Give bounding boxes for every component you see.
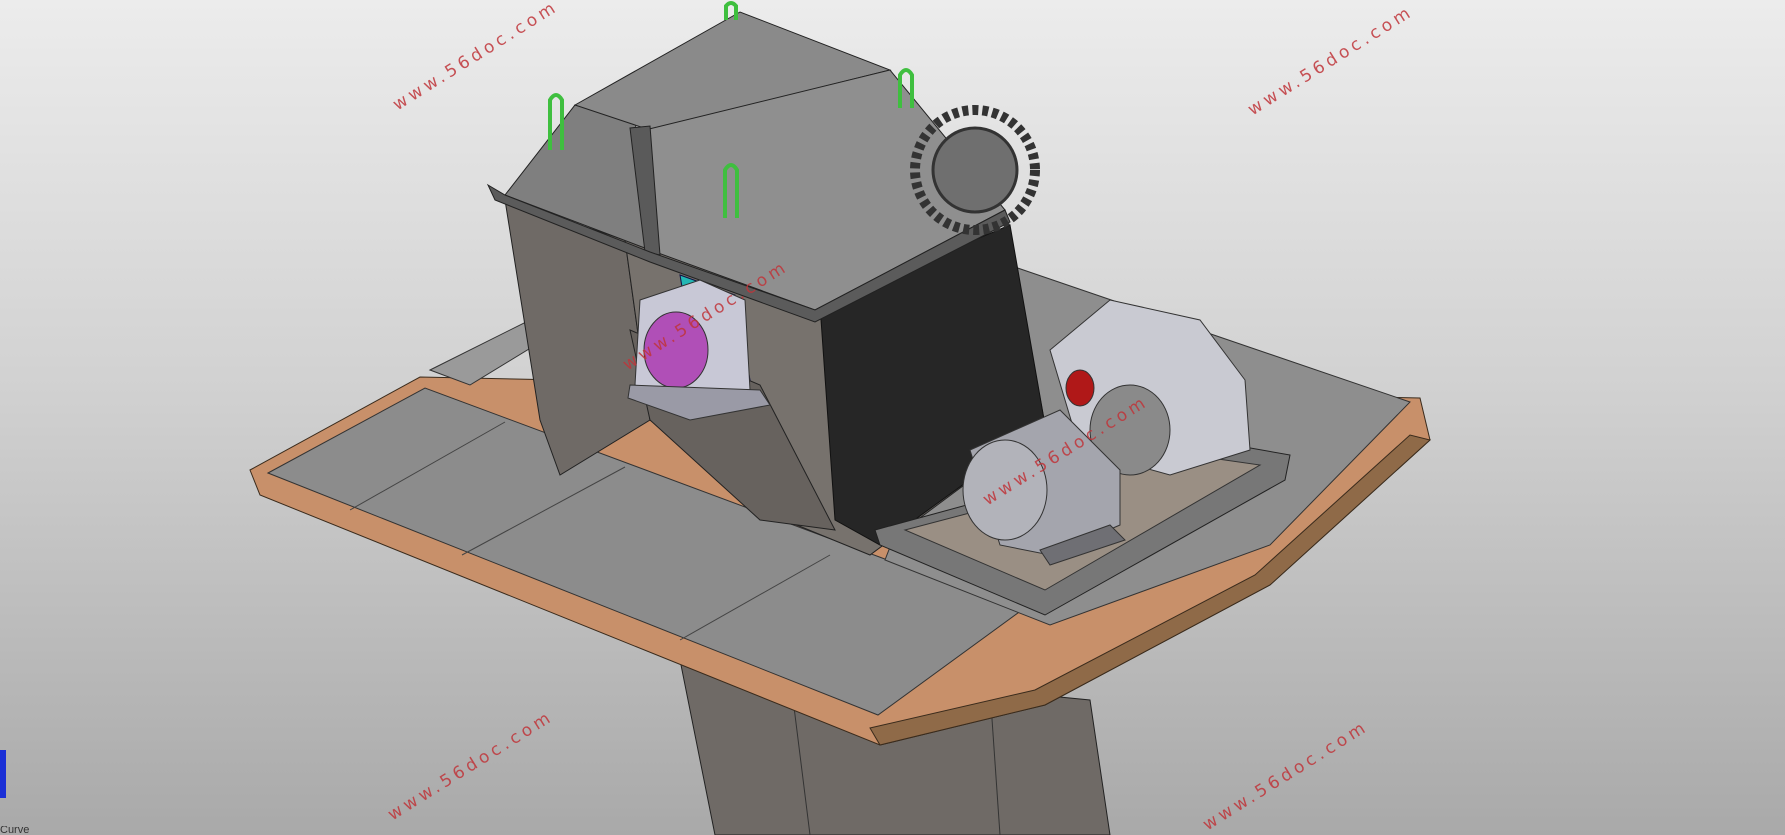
corner-label: Curve (0, 826, 30, 835)
view-triad-icon[interactable] (0, 750, 6, 798)
bucket-elevator-model[interactable] (0, 0, 1785, 835)
gearbox-output-flange (1065, 369, 1095, 407)
cad-3d-viewport[interactable]: www.56doc.com www.56doc.com www.56doc.co… (0, 0, 1785, 835)
